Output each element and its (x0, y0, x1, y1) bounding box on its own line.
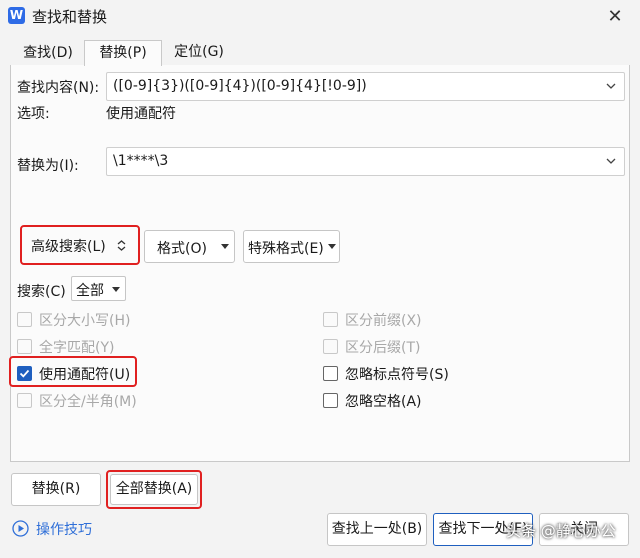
advanced-search-label: 高级搜索(L) (31, 239, 106, 255)
play-circle-icon (12, 520, 29, 537)
checkbox-label: 忽略空格(A) (345, 394, 422, 410)
replace-button[interactable]: 替换(R) (11, 473, 101, 506)
find-input-value: ([0-9]{3})([0-9]{4})([0-9]{4}[!0-9]) (113, 78, 367, 94)
sort-up-down-icon (117, 240, 126, 251)
close-button[interactable]: 关闭 (539, 513, 629, 546)
replace-all-button[interactable]: 全部替换(A) (110, 474, 198, 505)
options-label: 选项: (17, 106, 50, 122)
checkbox-box[interactable] (17, 366, 32, 381)
search-scope-value: 全部 (76, 283, 104, 299)
checkbox-label: 区分全/半角(M) (39, 394, 137, 410)
tab-replace[interactable]: 替换(P) (84, 40, 162, 66)
checkbox-box[interactable] (323, 393, 338, 408)
format-label: 格式(O) (157, 241, 207, 257)
special-format-label: 特殊格式(E) (248, 241, 324, 257)
title-bar: W 查找和替换 ✕ (0, 0, 640, 34)
checkbox-box[interactable] (17, 312, 32, 327)
checkmark-icon (19, 369, 30, 378)
replace-label: 替换为(I): (17, 158, 79, 174)
close-icon[interactable]: ✕ (600, 3, 630, 31)
checkbox-box[interactable] (323, 312, 338, 327)
checkbox-box[interactable] (323, 339, 338, 354)
checkbox-label: 区分后缀(T) (345, 340, 421, 356)
find-input[interactable]: ([0-9]{3})([0-9]{4})([0-9]{4}[!0-9]) (106, 72, 625, 101)
format-button[interactable]: 格式(O) (144, 230, 235, 263)
caret-down-icon (328, 244, 336, 249)
replace-input-value: \1****\3 (113, 153, 169, 169)
replace-input[interactable]: \1****\3 (106, 147, 625, 176)
window-title: 查找和替换 (32, 8, 108, 26)
options-value: 使用通配符 (106, 106, 176, 122)
replace-panel: 查找内容(N): ([0-9]{3})([0-9]{4})([0-9]{4}[!… (9, 65, 630, 462)
wps-writer-icon: W (8, 7, 25, 24)
checkbox-box[interactable] (17, 393, 32, 408)
caret-down-icon (112, 287, 120, 292)
find-previous-button[interactable]: 查找上一处(B) (327, 513, 427, 546)
find-next-button[interactable]: 查找下一处(F) (433, 513, 533, 546)
chevron-down-icon[interactable] (606, 81, 616, 91)
search-scope-select[interactable]: 全部 (71, 276, 126, 301)
special-format-button[interactable]: 特殊格式(E) (243, 230, 340, 263)
caret-down-icon (221, 244, 229, 249)
checkbox-label: 区分前缀(X) (345, 313, 422, 329)
tips-label: 操作技巧 (36, 522, 92, 538)
advanced-search-button[interactable]: 高级搜索(L) (25, 229, 135, 261)
checkbox-box[interactable] (17, 339, 32, 354)
checkbox-label: 全字匹配(Y) (39, 340, 115, 356)
find-label: 查找内容(N): (17, 80, 100, 96)
checkbox-label: 区分大小写(H) (39, 313, 131, 329)
checkbox-label: 使用通配符(U) (39, 367, 131, 383)
tab-find[interactable]: 查找(D) (14, 40, 82, 65)
tab-goto[interactable]: 定位(G) (164, 40, 234, 65)
search-scope-label: 搜索(C) (17, 284, 66, 300)
checkbox-label: 忽略标点符号(S) (345, 367, 449, 383)
checkbox-box[interactable] (323, 366, 338, 381)
chevron-down-icon[interactable] (606, 156, 616, 166)
